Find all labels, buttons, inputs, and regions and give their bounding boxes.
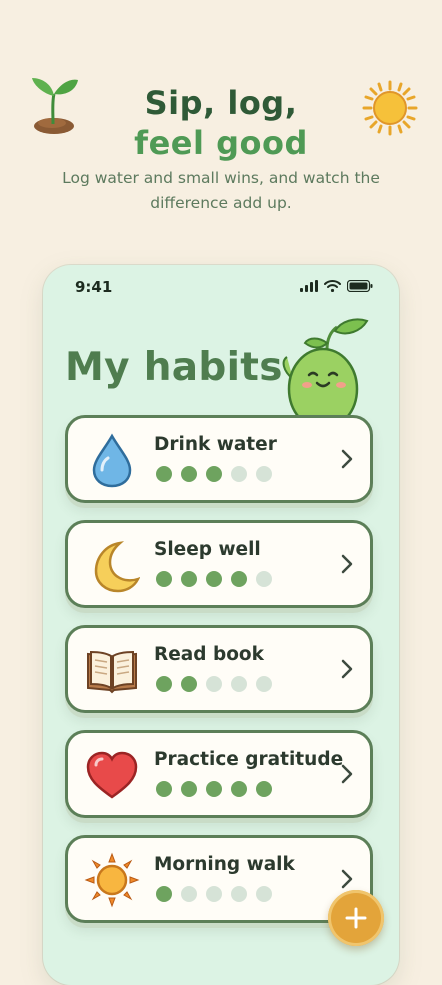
habit-progress: [156, 781, 272, 797]
progress-dot-complete: [181, 571, 197, 587]
progress-dot-complete: [156, 571, 172, 587]
pea-mascot-icon: [282, 318, 369, 429]
chevron-right-icon: [341, 659, 353, 679]
progress-dot-complete: [206, 466, 222, 482]
progress-dot-complete: [231, 571, 247, 587]
progress-dot-complete: [206, 571, 222, 587]
status-time: 9:41: [75, 278, 113, 296]
habit-name: Sleep well: [154, 539, 261, 560]
progress-dot-complete: [256, 781, 272, 797]
chevron-right-icon: [341, 449, 353, 469]
battery-icon: [347, 280, 373, 292]
chevron-right-icon: [341, 869, 353, 889]
progress-dot-empty: [231, 466, 247, 482]
plus-icon: [345, 907, 367, 929]
chevron-right-icon: [341, 764, 353, 784]
headline-line-2: feel good: [134, 124, 308, 162]
progress-dot-complete: [156, 676, 172, 692]
page-title: My habits: [65, 345, 283, 390]
progress-dot-empty: [256, 466, 272, 482]
habit-progress: [156, 571, 272, 587]
hero-section: Sip, log, feel good Log water and small …: [0, 0, 442, 250]
progress-dot-complete: [156, 781, 172, 797]
habit-progress: [156, 886, 272, 902]
heart-icon: [86, 751, 138, 799]
progress-dot-empty: [256, 886, 272, 902]
progress-dot-complete: [206, 781, 222, 797]
progress-dot-complete: [181, 466, 197, 482]
moon-icon: [94, 541, 140, 593]
progress-dot-complete: [156, 886, 172, 902]
progress-dot-empty: [231, 886, 247, 902]
progress-dot-complete: [156, 466, 172, 482]
wifi-icon: [324, 280, 341, 292]
habit-name: Morning walk: [154, 854, 295, 875]
progress-dot-empty: [231, 676, 247, 692]
progress-dot-empty: [181, 886, 197, 902]
sun-icon: [84, 852, 140, 908]
habit-progress: [156, 676, 272, 692]
habit-card-morning-walk[interactable]: Morning walk: [65, 835, 373, 923]
add-habit-button[interactable]: [328, 890, 384, 946]
habit-name: Practice gratitude: [154, 749, 344, 770]
chevron-right-icon: [341, 554, 353, 574]
progress-dot-complete: [231, 781, 247, 797]
phone-frame: 9:41 My habits Drink water Sleep well Re…: [43, 265, 399, 985]
progress-dot-empty: [206, 676, 222, 692]
habit-card-read-book[interactable]: Read book: [65, 625, 373, 713]
habit-card-drink-water[interactable]: Drink water: [65, 415, 373, 503]
habit-name: Read book: [154, 644, 264, 665]
signal-icon: [300, 280, 318, 292]
progress-dot-empty: [206, 886, 222, 902]
status-bar: 9:41: [43, 265, 399, 309]
hero-subtitle: Log water and small wins, and watch the …: [62, 169, 380, 212]
progress-dot-empty: [256, 571, 272, 587]
headline-line-1: Sip, log,: [144, 84, 298, 122]
habit-card-practice-gratitude[interactable]: Practice gratitude: [65, 730, 373, 818]
habit-card-sleep-well[interactable]: Sleep well: [65, 520, 373, 608]
water-drop-icon: [92, 433, 132, 488]
progress-dot-complete: [181, 676, 197, 692]
book-icon: [87, 650, 137, 694]
progress-dot-empty: [256, 676, 272, 692]
habit-progress: [156, 466, 272, 482]
habit-name: Drink water: [154, 434, 277, 455]
progress-dot-complete: [181, 781, 197, 797]
